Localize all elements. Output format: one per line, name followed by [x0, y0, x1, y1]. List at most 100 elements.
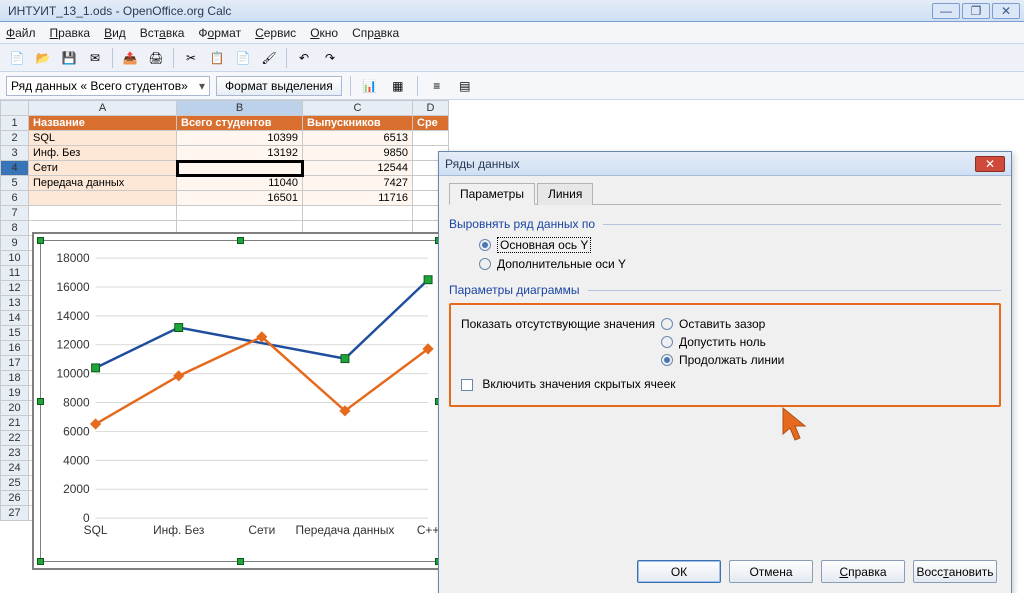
row-header[interactable]: 27 [1, 506, 29, 521]
row-header[interactable]: 25 [1, 476, 29, 491]
radio-primary-axis[interactable]: Основная ось Y [479, 237, 1001, 253]
menu-view[interactable]: Вид [104, 26, 126, 40]
radio-secondary-axis[interactable]: Дополнительные оси Y [479, 257, 1001, 271]
cell[interactable] [413, 131, 449, 146]
paste-icon[interactable]: 📄 [232, 47, 254, 69]
row-header[interactable]: 16 [1, 341, 29, 356]
reset-button[interactable]: Восстановить [913, 560, 997, 583]
row-header[interactable]: 15 [1, 326, 29, 341]
chevron-down-icon[interactable]: ▾ [199, 79, 205, 93]
new-icon[interactable]: 📄 [6, 47, 28, 69]
row-header[interactable]: 13 [1, 296, 29, 311]
save-icon[interactable]: 💾 [58, 47, 80, 69]
cell[interactable]: Всего студентов [177, 116, 303, 131]
col-header-D[interactable]: D [413, 101, 449, 116]
menu-help[interactable]: Справка [352, 26, 399, 40]
cell[interactable]: 13192 [177, 146, 303, 161]
undo-icon[interactable]: ↶ [293, 47, 315, 69]
cell[interactable]: 16501 [177, 191, 303, 206]
cell[interactable]: Инф. Без [29, 146, 177, 161]
export-icon[interactable]: 📤 [119, 47, 141, 69]
row-header[interactable]: 10 [1, 251, 29, 266]
row-header[interactable]: 1 [1, 116, 29, 131]
grid-h-icon[interactable]: ≡ [426, 75, 448, 97]
cut-icon[interactable]: ✂ [180, 47, 202, 69]
legend-icon[interactable]: ▤ [454, 75, 476, 97]
row-header[interactable]: 26 [1, 491, 29, 506]
radio-continue[interactable] [661, 354, 673, 366]
col-header-A[interactable]: A [29, 101, 177, 116]
cancel-button[interactable]: Отмена [729, 560, 813, 583]
email-icon[interactable]: ✉ [84, 47, 106, 69]
copy-icon[interactable]: 📋 [206, 47, 228, 69]
cell[interactable]: 9850 [303, 146, 413, 161]
row-header[interactable]: 22 [1, 431, 29, 446]
tab-line[interactable]: Линия [537, 183, 593, 205]
redo-icon[interactable]: ↷ [319, 47, 341, 69]
cell[interactable]: Название [29, 116, 177, 131]
corner-cell[interactable] [1, 101, 29, 116]
chart-plot-area[interactable]: 0200040006000800010000120001400016000180… [40, 240, 439, 562]
row-header[interactable]: 21 [1, 416, 29, 431]
row-header[interactable]: 17 [1, 356, 29, 371]
tab-parameters[interactable]: Параметры [449, 183, 535, 205]
col-header-B[interactable]: B [177, 101, 303, 116]
row-header[interactable]: 9 [1, 236, 29, 251]
radio-zero[interactable] [661, 336, 673, 348]
resize-handle[interactable] [37, 237, 44, 244]
resize-handle[interactable] [237, 237, 244, 244]
cell[interactable]: 12544 [303, 161, 413, 176]
row-header[interactable]: 18 [1, 371, 29, 386]
dialog-titlebar[interactable]: Ряды данных ✕ [439, 152, 1011, 176]
menu-edit[interactable]: Правка [50, 26, 91, 40]
active-cell[interactable] [177, 161, 303, 176]
row-header[interactable]: 11 [1, 266, 29, 281]
cell[interactable]: 11040 [177, 176, 303, 191]
menu-window[interactable]: Окно [310, 26, 338, 40]
row-header[interactable]: 6 [1, 191, 29, 206]
row-header[interactable]: 4 [1, 161, 29, 176]
cell[interactable]: 11716 [303, 191, 413, 206]
cell[interactable]: 6513 [303, 131, 413, 146]
cell[interactable]: Передача данных [29, 176, 177, 191]
name-box[interactable]: Ряд данных « Всего студентов» ▾ [6, 76, 210, 96]
restore-button[interactable]: ❐ [962, 3, 990, 19]
col-header-C[interactable]: C [303, 101, 413, 116]
open-icon[interactable]: 📂 [32, 47, 54, 69]
row-header[interactable]: 7 [1, 206, 29, 221]
hidden-cells-checkbox[interactable] [461, 379, 473, 391]
resize-handle[interactable] [37, 398, 44, 405]
help-button[interactable]: Справка [821, 560, 905, 583]
dialog-close-icon[interactable]: ✕ [975, 156, 1005, 172]
close-button[interactable]: ✕ [992, 3, 1020, 19]
resize-handle[interactable] [237, 558, 244, 565]
brush-icon[interactable]: 🖌 [258, 47, 280, 69]
row-header[interactable]: 19 [1, 386, 29, 401]
menu-format[interactable]: Формат [198, 26, 241, 40]
cell[interactable]: 10399 [177, 131, 303, 146]
row-header[interactable]: 8 [1, 221, 29, 236]
row-header[interactable]: 2 [1, 131, 29, 146]
print-icon[interactable]: 🖨 [145, 47, 167, 69]
chart-type-icon[interactable]: 📊 [359, 75, 381, 97]
cell[interactable]: Сре [413, 116, 449, 131]
minimize-button[interactable]: — [932, 3, 960, 19]
menu-insert[interactable]: Вставка [140, 26, 185, 40]
row-header[interactable]: 5 [1, 176, 29, 191]
row-header[interactable]: 20 [1, 401, 29, 416]
cell[interactable]: 7427 [303, 176, 413, 191]
menu-file[interactable]: Файл [6, 26, 36, 40]
radio-gap[interactable] [661, 318, 673, 330]
row-header[interactable]: 14 [1, 311, 29, 326]
row-header[interactable]: 3 [1, 146, 29, 161]
row-header[interactable]: 12 [1, 281, 29, 296]
cell[interactable]: Выпускников [303, 116, 413, 131]
cell[interactable] [29, 191, 177, 206]
cell[interactable]: Сети [29, 161, 177, 176]
resize-handle[interactable] [37, 558, 44, 565]
ok-button[interactable]: ОК [637, 560, 721, 583]
row-header[interactable]: 23 [1, 446, 29, 461]
chart-data-icon[interactable]: ▦ [387, 75, 409, 97]
menu-tools[interactable]: Сервис [255, 26, 296, 40]
cell[interactable]: SQL [29, 131, 177, 146]
